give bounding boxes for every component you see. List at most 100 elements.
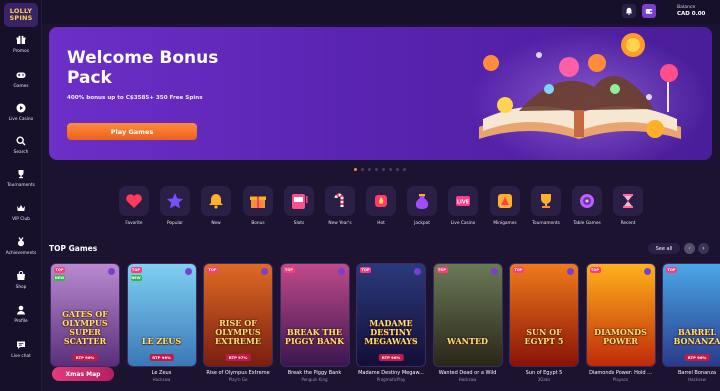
wallet-button[interactable] <box>642 4 656 18</box>
game-thumbnail[interactable]: TOP SUN OF EGYPT 5 <box>509 263 579 367</box>
sidebar-item-achievements[interactable]: Achievements <box>0 237 42 256</box>
top-badge: TOP <box>513 267 524 273</box>
game-card[interactable]: TOP BREAK THE PIGGY BANK Break the Piggy B… <box>279 263 350 382</box>
roulette-icon <box>580 194 594 208</box>
category-tournaments[interactable]: Tournaments <box>531 186 561 226</box>
game-thumbnail[interactable]: TOP WANTED <box>432 263 503 367</box>
sidebar-item-label: Achievements <box>5 251 37 256</box>
category-slots[interactable]: Slots <box>284 186 314 226</box>
game-name: Break the Piggy Bank <box>287 370 342 376</box>
lolly-spins-logo[interactable]: LOLLY SPINS <box>4 3 38 27</box>
top-badge: TOP <box>589 267 601 273</box>
game-card[interactable]: TOP DIAMONDS POWER Diamonds Power: Hold ..… <box>585 263 656 382</box>
game-provider: Penguin King <box>301 377 328 382</box>
scroll-right-button[interactable]: › <box>698 243 709 254</box>
sidebar-item-label: Search <box>13 150 29 155</box>
provider-gem-icon <box>108 268 115 275</box>
rtp-badge: RTP 97% <box>225 354 251 361</box>
game-thumbnail[interactable]: TOP MADAME DESTINY MEGAWAYS RTP 96% <box>356 263 426 367</box>
game-card[interactable]: TOP RISE OF OLYMPUS EXTREME RTP 97% Rise of… <box>203 263 273 382</box>
sidebar-item-search[interactable]: Search <box>0 136 42 155</box>
game-card[interactable]: TOP SUN OF EGYPT 5 Sun of Egypt 5 3Oaks <box>509 263 579 382</box>
sidebar-item-live-casino[interactable]: Live Casino <box>0 103 42 122</box>
game-thumbnail[interactable]: TOP NEW LE ZEUS RTP 96% <box>126 263 197 367</box>
category-tile <box>490 186 520 216</box>
game-card[interactable]: TOP NEW LE ZEUS RTP 96% Le Zeus Hacksaw <box>126 263 197 382</box>
promo-banner[interactable]: Welcome Bonus Pack 400% bonus up to C$35… <box>49 27 712 160</box>
game-thumbnail[interactable]: TOP NEW GATES OF OLYMPUS SUPER SCATTER RTP … <box>50 263 120 367</box>
scroll-left-button[interactable]: ‹ <box>684 243 695 254</box>
game-card[interactable]: TOP BARREL BONANZA RTP 96% Barrel Bonanza Ha… <box>662 263 720 382</box>
game-card[interactable]: TOP MADAME DESTINY MEGAWAYS RTP 96% Madame … <box>356 263 426 382</box>
category-label: Slots <box>293 221 305 226</box>
xmas-map-button[interactable]: Xmas Map <box>52 367 114 381</box>
see-all-button[interactable]: See all <box>648 243 680 254</box>
game-name: Diamonds Power: Hold ... <box>589 370 652 376</box>
sidebar-item-label: Promos <box>13 49 29 54</box>
game-name: Barrel Bonanza <box>677 370 717 376</box>
chat-icon <box>16 340 26 350</box>
pagination-dot[interactable] <box>403 168 406 171</box>
sidebar-item-shop[interactable]: Shop <box>0 271 42 290</box>
sidebar-item-live-chat[interactable]: Live chat <box>0 340 42 359</box>
heart-icon <box>126 194 142 208</box>
sidebar-item-vip-club[interactable]: VIP Club <box>0 203 42 222</box>
pagination-dot[interactable] <box>389 168 392 171</box>
game-card[interactable]: TOP NEW GATES OF OLYMPUS SUPER SCATTER RTP … <box>50 263 120 371</box>
pagination-dot[interactable] <box>361 168 364 171</box>
category-tile <box>572 186 602 216</box>
sidebar-item-label: Live Casino <box>8 117 34 122</box>
game-provider: Play'n Go <box>228 377 248 382</box>
category-tile <box>407 186 437 216</box>
category-recent[interactable]: Recent <box>613 186 643 226</box>
game-logo-art: LE ZEUS <box>141 336 182 346</box>
play-icon <box>16 103 26 113</box>
pagination-dot-active[interactable] <box>354 168 357 171</box>
play-games-button[interactable]: Play Games <box>67 123 197 140</box>
game-logo-art: DIAMONDS POWER <box>594 327 647 346</box>
pagination-dot[interactable] <box>368 168 371 171</box>
category-tile <box>613 186 643 216</box>
gift-box-icon <box>250 196 266 208</box>
category-bonus[interactable]: Bonus <box>243 186 273 226</box>
pagination-dot[interactable] <box>382 168 385 171</box>
pagination-dot[interactable] <box>375 168 378 171</box>
category-popular[interactable]: Popular <box>160 186 190 226</box>
category-live-casino[interactable]: LIVE Live Casino <box>448 186 478 226</box>
game-thumbnail[interactable]: TOP BREAK THE PIGGY BANK <box>279 263 350 367</box>
category-new[interactable]: New <box>201 186 231 226</box>
category-hot[interactable]: Hot <box>366 186 396 226</box>
category-new-years[interactable]: New Year's <box>325 186 355 226</box>
game-thumbnail[interactable]: TOP DIAMONDS POWER <box>585 263 656 367</box>
game-card[interactable]: TOP WANTED Wanted Dead or a Wild Hacksaw <box>432 263 503 382</box>
section-title: TOP Games <box>49 244 98 253</box>
candy-icon <box>334 193 344 207</box>
category-label: Recent <box>620 221 636 226</box>
sidebar-item-profile[interactable]: Profile <box>0 305 42 324</box>
gift-icon <box>16 35 26 45</box>
top-badge: TOP <box>666 267 677 273</box>
sidebar-item-tournaments[interactable]: Tournaments <box>0 169 42 188</box>
provider-gem-icon <box>261 268 268 275</box>
sidebar-item-promos[interactable]: Promos <box>0 35 42 54</box>
game-thumbnail[interactable]: TOP BARREL BONANZA RTP 96% <box>662 263 720 367</box>
category-tile <box>201 186 231 216</box>
balance-value[interactable]: CAD 0.00 <box>677 11 705 17</box>
category-jackpot[interactable]: Jackpot <box>407 186 437 226</box>
pagination-dot[interactable] <box>396 168 399 171</box>
category-minigames[interactable]: Minigames <box>490 186 520 226</box>
shop-icon <box>16 271 26 281</box>
category-favorite[interactable]: Favorite <box>119 186 149 226</box>
slot-machine-icon <box>292 194 308 209</box>
sidebar-item-games[interactable]: Games <box>0 70 42 89</box>
game-logo-art: WANTED <box>447 336 488 346</box>
provider-gem-icon <box>567 268 574 275</box>
game-thumbnail[interactable]: TOP RISE OF OLYMPUS EXTREME RTP 97% <box>203 263 273 367</box>
provider-gem-icon <box>643 268 651 275</box>
game-provider: Hacksaw <box>152 377 171 382</box>
sidebar-item-label: VIP Club <box>12 217 30 222</box>
category-table-games[interactable]: Table Games <box>572 186 602 226</box>
top-badge: TOP <box>283 267 295 273</box>
game-logo-art: RISE OF OLYMPUS EXTREME <box>215 318 261 346</box>
notifications-button[interactable] <box>622 4 636 18</box>
